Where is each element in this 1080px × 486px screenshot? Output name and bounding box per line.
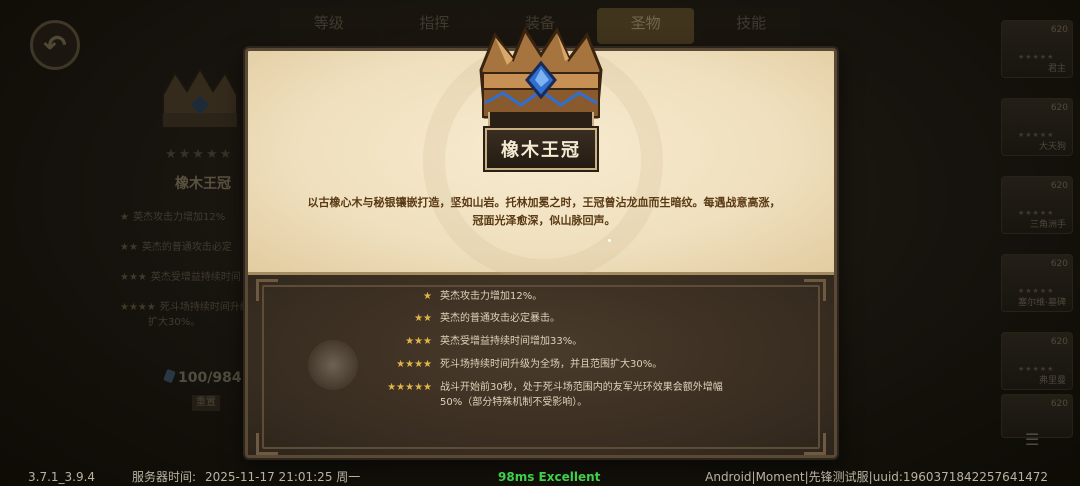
server-time: 2025-11-17 21:01:25 周一 xyxy=(205,470,361,484)
virtual-joystick[interactable] xyxy=(308,340,358,390)
star-icon: ★★★★ xyxy=(396,359,432,370)
status-bar: 3.7.1_3.9.4 服务器时间: 2025-11-17 21:01:25 周… xyxy=(0,468,1080,486)
device-info: Android|Moment|先锋测试服|uuid:19603718422576… xyxy=(705,470,1048,484)
relic-description: 以古橡心木与秘银镶嵌打造，坚如山岩。托林加冕之时，王冠曾沾龙血而生暗纹。每遇战意… xyxy=(307,196,781,227)
star-bonus-row: ★★ 英杰的普通攻击必定暴击。 xyxy=(378,311,798,326)
star-bonus-row: ★★★★ 死斗场持续时间升级为全场，并且范围扩大30%。 xyxy=(378,357,798,372)
relic-title: 橡木王冠 xyxy=(501,140,581,161)
star-bonus-row: ★★★ 英杰受增益持续时间增加33%。 xyxy=(378,334,798,349)
crown-icon xyxy=(479,26,603,119)
star-icon: ★★ xyxy=(414,313,432,324)
star-icon: ★★★★★ xyxy=(387,382,432,393)
version-text: 3.7.1_3.9.4 xyxy=(28,470,96,484)
server-time-label: 服务器时间: xyxy=(132,470,197,484)
ping-indicator: 98ms Excellent xyxy=(498,470,601,484)
star-icon: ★ xyxy=(423,291,432,302)
star-icon: ★★★ xyxy=(405,336,432,347)
star-bonus-row: ★★★★★ 战斗开始前30秒，处于死斗场范围内的友军光环效果会额外增幅50%（部… xyxy=(378,380,798,410)
star-bonus-row: ★ 英杰攻击力增加12%。 xyxy=(378,289,798,304)
relic-title-plate: 橡木王冠 xyxy=(483,126,599,172)
